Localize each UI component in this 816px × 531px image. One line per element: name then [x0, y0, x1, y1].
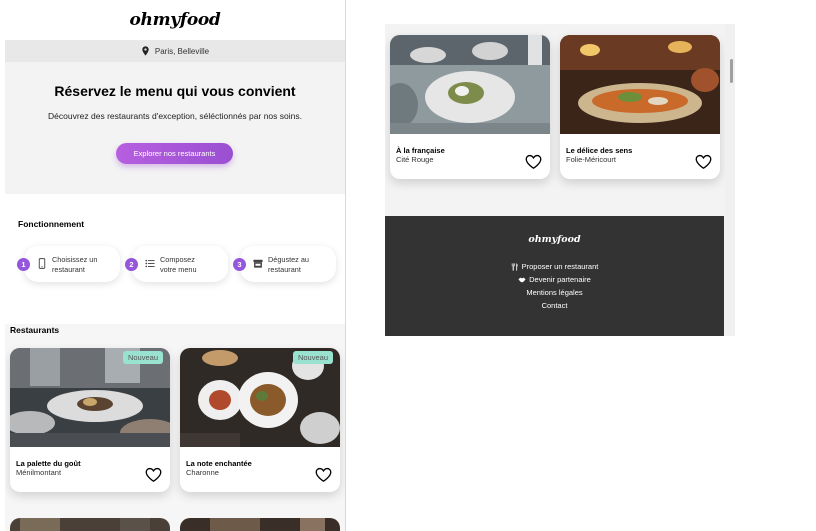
- hero-subtitle: Découvrez des restaurants d'exception, s…: [48, 111, 302, 121]
- list-icon: [145, 259, 155, 268]
- store-icon: [253, 259, 263, 268]
- new-badge: Nouveau: [292, 351, 333, 364]
- heart-icon[interactable]: [525, 154, 542, 170]
- restaurant-card[interactable]: Le délice des sens Folie-Méricourt: [560, 35, 720, 179]
- phone-icon: [38, 258, 46, 269]
- restaurant-card[interactable]: À la française Cité Rouge: [390, 35, 550, 179]
- restaurant-area: Charonne: [186, 468, 219, 477]
- heart-icon[interactable]: [145, 467, 162, 483]
- site-logo[interactable]: ohmyfood: [129, 10, 220, 30]
- step-label: Composez votre menu: [160, 255, 197, 274]
- mobile-page-top: ohmyfood Paris, Belleville Réservez le m…: [5, 0, 345, 531]
- restaurant-name: À la française: [396, 146, 445, 155]
- footer-link-partner[interactable]: Devenir partenaire: [385, 275, 724, 284]
- step-number: 2: [125, 258, 138, 271]
- page-divider: [345, 0, 346, 531]
- step-label: Dégustez au restaurant: [268, 255, 309, 274]
- scrollbar-track[interactable]: [725, 24, 735, 336]
- restaurant-area: Cité Rouge: [396, 155, 434, 164]
- hero-title: Réservez le menu qui vous convient: [54, 83, 296, 99]
- restaurant-card[interactable]: Nouveau La note enchantée Charonne: [180, 348, 340, 492]
- restaurant-name: La note enchantée: [186, 459, 252, 468]
- scrollbar-thumb[interactable]: [730, 59, 733, 83]
- step-label: Choisissez un restaurant: [52, 255, 98, 274]
- restaurant-card-partial[interactable]: [10, 518, 170, 531]
- explore-restaurants-button[interactable]: Explorer nos restaurants: [116, 143, 233, 164]
- site-header: ohmyfood: [5, 0, 345, 40]
- restaurant-photo: [390, 35, 550, 134]
- heart-icon[interactable]: [695, 154, 712, 170]
- restaurant-area: Folie-Méricourt: [566, 155, 617, 164]
- footer-link-label: Contact: [541, 301, 568, 310]
- restaurant-name: La palette du goût: [16, 459, 81, 468]
- footer-link-contact[interactable]: Contact: [385, 301, 724, 310]
- footer-link-legal[interactable]: Mentions légales: [385, 288, 724, 297]
- how-it-works-section: Fonctionnement 1 Choisissez un restaurant…: [5, 194, 345, 324]
- footer-link-propose[interactable]: Proposer un restaurant: [385, 262, 724, 271]
- section-title-restaurants: Restaurants: [10, 325, 60, 335]
- footer-link-label: Devenir partenaire: [529, 275, 591, 284]
- step-number: 3: [233, 258, 246, 271]
- step-card-3: 3 Dégustez au restaurant: [233, 246, 336, 282]
- footer-link-label: Mentions légales: [526, 288, 583, 297]
- step-number: 1: [17, 258, 30, 271]
- section-title-fonctionnement: Fonctionnement: [18, 219, 85, 229]
- footer-link-label: Proposer un restaurant: [521, 262, 599, 271]
- location-text: Paris, Belleville: [154, 46, 210, 56]
- step-card-1: 1 Choisissez un restaurant: [17, 246, 120, 282]
- utensils-icon: [511, 262, 518, 271]
- pin-icon: [142, 46, 149, 56]
- restaurant-card-partial[interactable]: [180, 518, 340, 531]
- restaurant-photo: Nouveau: [10, 348, 170, 447]
- restaurant-photo: Nouveau: [180, 348, 340, 447]
- site-footer: ohmyfood Proposer un restaurant Devenir …: [385, 216, 724, 336]
- mobile-page-bottom: À la française Cité Rouge Le délice des …: [385, 24, 735, 336]
- restaurants-section: Restaurants Nouveau La palette du goût M…: [5, 324, 345, 531]
- footer-logo[interactable]: ohmyfood: [385, 234, 724, 245]
- handshake-icon: [518, 277, 526, 282]
- location-bar: Paris, Belleville: [5, 40, 345, 62]
- hero-section: Réservez le menu qui vous convient Décou…: [5, 62, 345, 194]
- restaurant-card[interactable]: Nouveau La palette du goût Ménilmontant: [10, 348, 170, 492]
- heart-icon[interactable]: [315, 467, 332, 483]
- restaurant-area: Ménilmontant: [16, 468, 62, 477]
- restaurant-name: Le délice des sens: [566, 146, 633, 155]
- new-badge: Nouveau: [122, 351, 163, 364]
- restaurant-photo: [560, 35, 720, 134]
- step-card-2: 2 Composez votre menu: [125, 246, 228, 282]
